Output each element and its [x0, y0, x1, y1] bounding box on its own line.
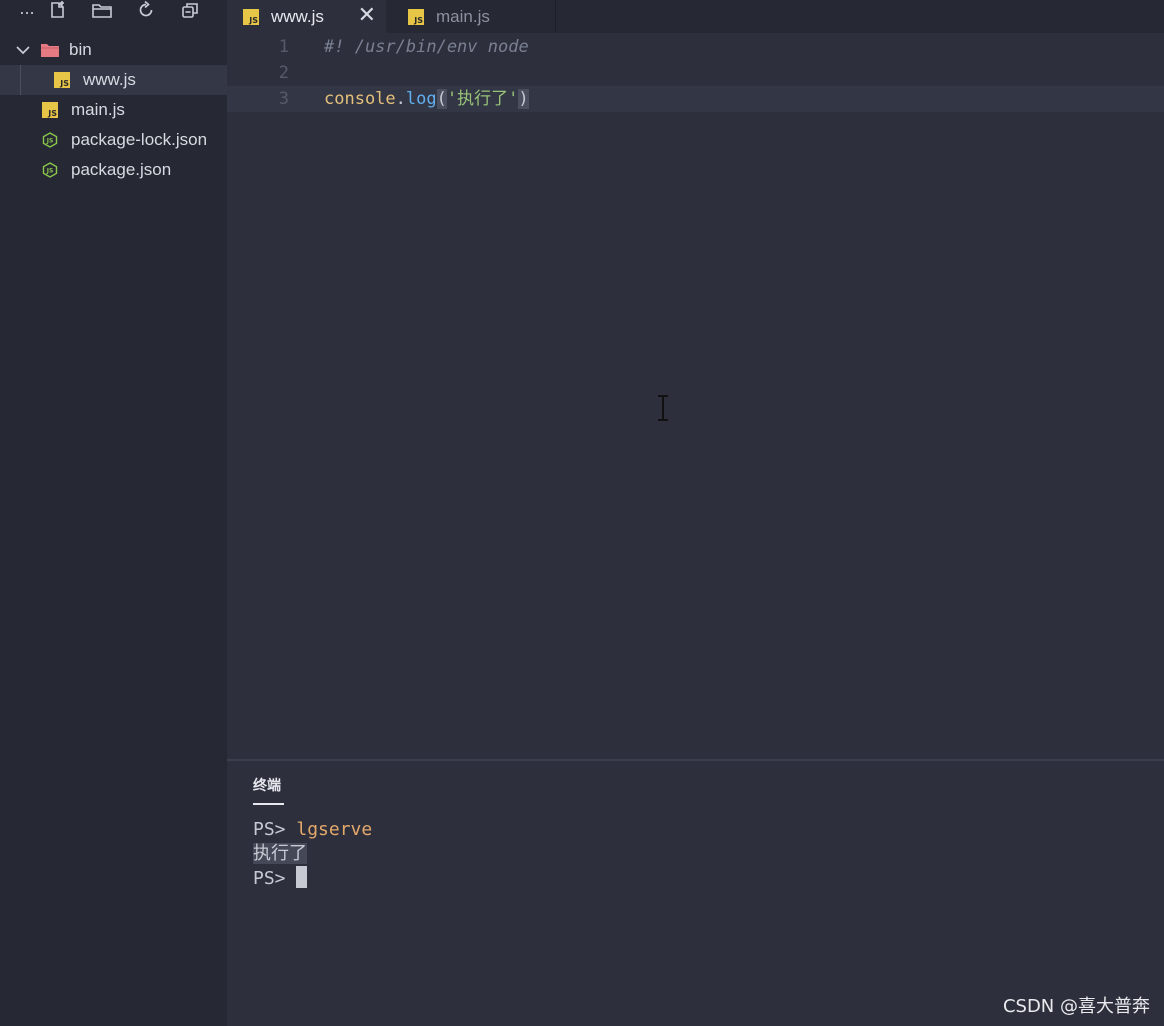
indent-guide — [20, 65, 21, 95]
svg-text:JS: JS — [46, 138, 54, 145]
code-line-current: 3 console.log('执行了') — [227, 86, 1164, 112]
tree-item-label: package.json — [71, 160, 172, 179]
ide-window: ... bin JS www.js JS main.js JS package-… — [0, 0, 1164, 1026]
terminal-prompt: PS> — [253, 819, 297, 840]
collapse-all-icon-svg — [182, 3, 198, 18]
refresh-icon-svg — [139, 0, 153, 17]
tree-item-label: www.js — [83, 70, 136, 89]
bracket-match-close: ) — [518, 89, 529, 109]
js-file-icon: JS — [243, 8, 259, 25]
comment-token: #! /usr/bin/env node — [324, 37, 529, 57]
new-file-icon[interactable] — [47, 0, 69, 24]
line-number: 2 — [278, 63, 289, 83]
nodejs-icon: JS — [42, 162, 58, 178]
js-file-icon: JS — [42, 102, 58, 118]
chevron-down-icon — [16, 46, 30, 55]
code-line: 2 — [227, 60, 1164, 86]
panel-tab-terminal[interactable]: 终端 — [253, 775, 281, 795]
terminal-input-line[interactable]: PS> — [253, 866, 308, 890]
terminal-prompt: PS> — [253, 868, 297, 889]
collapse-all-icon[interactable] — [179, 0, 201, 24]
tree-folder-bin[interactable]: bin — [0, 35, 227, 65]
code-editor[interactable]: 1 #! /usr/bin/env node 2 3 console.log('… — [227, 33, 1164, 759]
terminal-output: 执行了 — [253, 843, 307, 864]
tree-item-label: main.js — [71, 100, 125, 119]
terminal-line: 执行了 — [253, 842, 307, 866]
js-file-icon: JS — [54, 72, 70, 88]
file-tree: bin JS www.js JS main.js JS package-lock… — [0, 35, 227, 185]
new-folder-icon[interactable] — [91, 0, 113, 24]
nodejs-icon: JS — [42, 132, 58, 148]
js-file-icon: JS — [408, 8, 424, 25]
tree-item-label: bin — [69, 40, 92, 59]
tree-item-www-js[interactable]: JS www.js — [0, 65, 227, 95]
tab-label: main.js — [436, 6, 490, 26]
terminal-panel: 终端 PS> lgserve 执行了 PS> — [227, 759, 1164, 1026]
text-cursor-ibeam-icon — [658, 395, 668, 421]
active-tab-indicator — [253, 803, 284, 805]
tree-item-package-json[interactable]: JS package.json — [0, 155, 227, 185]
svg-text:JS: JS — [46, 168, 54, 175]
tree-item-main-js[interactable]: JS main.js — [0, 95, 227, 125]
refresh-icon[interactable] — [135, 0, 157, 24]
bracket-match-open: ( — [436, 89, 447, 109]
file-explorer: ... bin JS www.js JS main.js JS package-… — [0, 0, 227, 1026]
tab-www-js[interactable]: JS www.js ✕ — [227, 0, 386, 33]
line-number: 3 — [278, 89, 289, 109]
folder-open-icon — [41, 44, 59, 57]
terminal-command: lgserve — [296, 819, 373, 840]
string-token: '执行了' — [446, 89, 519, 109]
close-tab-icon[interactable]: ✕ — [358, 2, 376, 28]
code-line: 1 #! /usr/bin/env node — [227, 34, 1164, 60]
explorer-toolbar: ... — [0, 0, 227, 30]
new-file-icon-svg — [51, 1, 64, 18]
editor-tab-bar: JS www.js ✕ JS main.js — [227, 0, 1164, 33]
terminal-cursor — [296, 866, 308, 888]
line-content: console.log('执行了') — [324, 86, 529, 112]
watermark: CSDN @喜大普奔 — [1002, 996, 1150, 1017]
line-content: #! /usr/bin/env node — [324, 34, 529, 60]
tree-item-label: package-lock.json — [71, 130, 208, 149]
tab-label: www.js — [271, 6, 324, 26]
tree-item-package-lock-json[interactable]: JS package-lock.json — [0, 125, 227, 155]
more-actions-button[interactable]: ... — [16, 0, 38, 22]
line-number: 1 — [278, 37, 289, 57]
terminal-line: PS> lgserve — [253, 818, 372, 842]
tab-main-js[interactable]: JS main.js — [386, 0, 556, 33]
function-token: log — [405, 89, 437, 109]
object-token: console — [324, 89, 396, 109]
new-folder-icon-svg — [92, 4, 112, 18]
dot-token: . — [395, 89, 406, 109]
